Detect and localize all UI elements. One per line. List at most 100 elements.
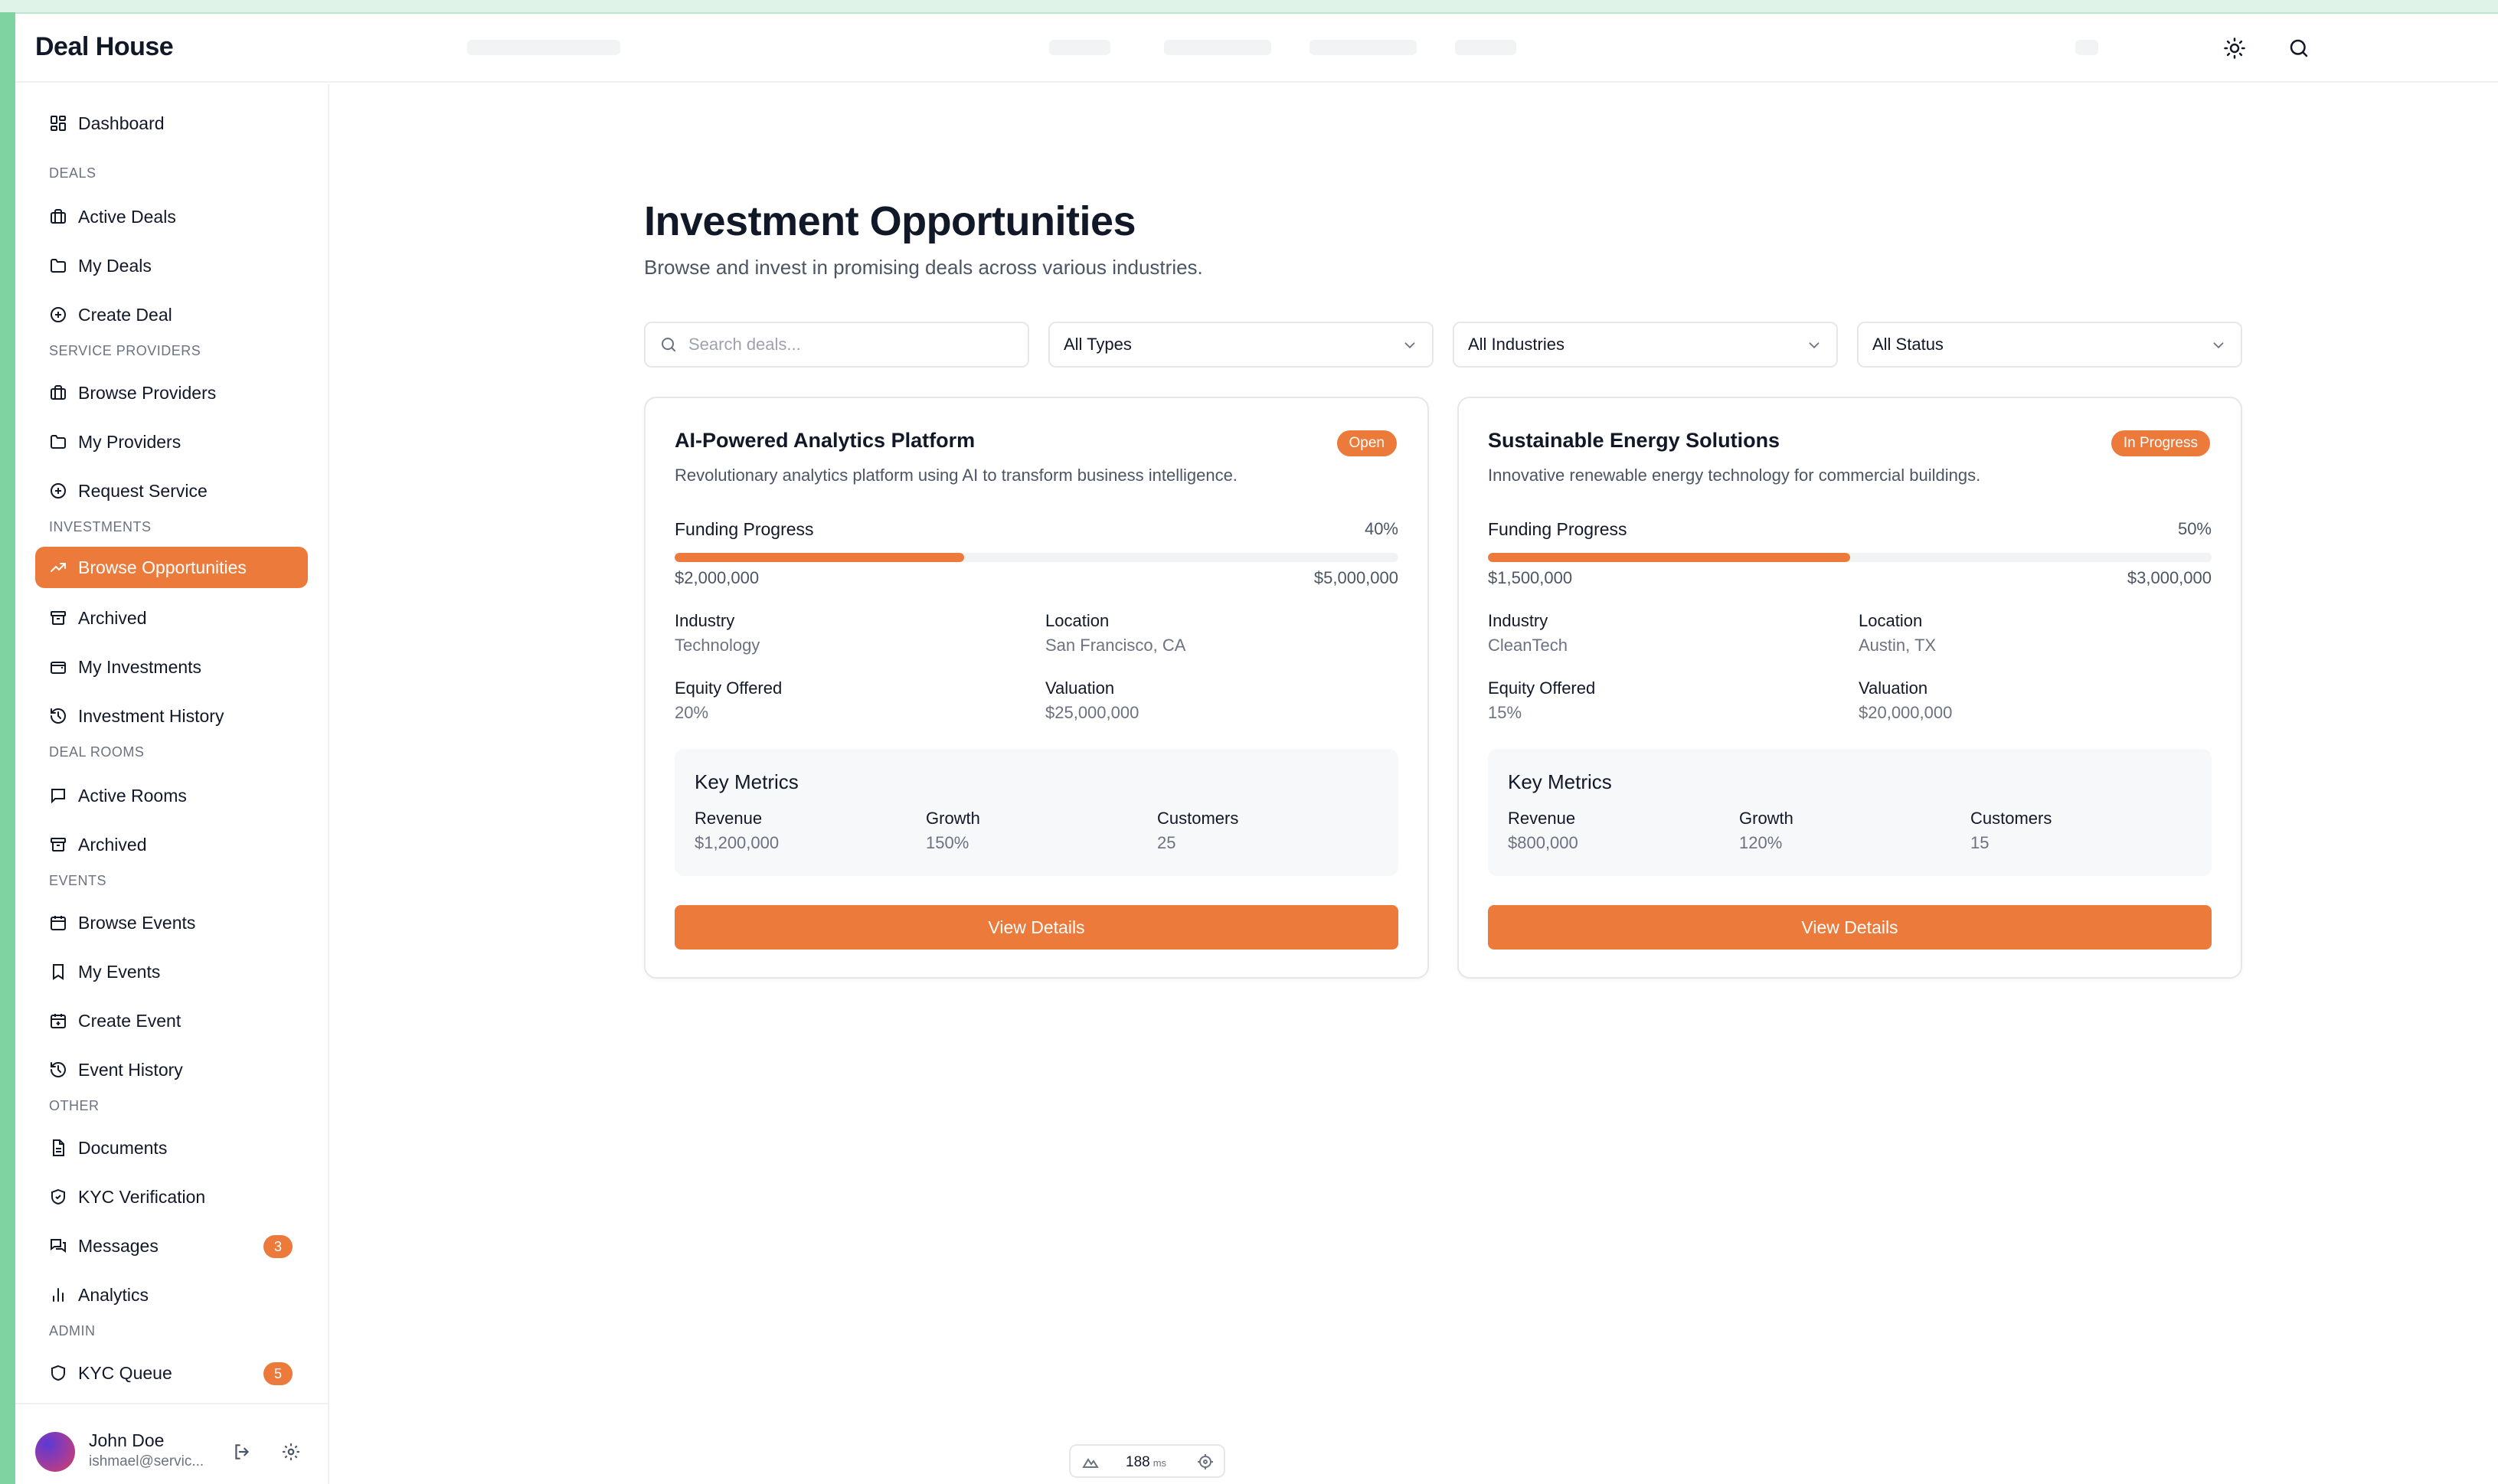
key-metrics-panel: Key Metrics Revenue $800,000 Growth 120%… bbox=[1488, 749, 2212, 876]
sidebar-item-event-history[interactable]: Event History bbox=[35, 1049, 308, 1090]
header-placeholder-logo bbox=[467, 40, 620, 55]
render-time: 188 ms bbox=[1126, 1454, 1166, 1471]
sidebar-item-analytics[interactable]: Analytics bbox=[35, 1274, 308, 1316]
key-metrics-panel: Key Metrics Revenue $1,200,000 Growth 15… bbox=[675, 749, 1398, 876]
target-icon bbox=[1198, 1454, 1213, 1469]
settings-button[interactable] bbox=[277, 1438, 305, 1466]
file-text-icon bbox=[53, 1139, 64, 1156]
industry-filter-value: All Industries bbox=[1468, 335, 1565, 354]
funding-progress-label: Funding Progress bbox=[675, 519, 814, 539]
funding-progress-label: Funding Progress bbox=[1488, 519, 1627, 539]
search-field[interactable] bbox=[644, 322, 1029, 368]
header-placeholder-icon bbox=[2075, 40, 2098, 55]
revenue-value: $1,200,000 bbox=[695, 833, 780, 852]
sidebar-item-archived-investments[interactable]: Archived bbox=[35, 597, 308, 639]
revenue-label: Revenue bbox=[695, 809, 763, 828]
search-icon bbox=[662, 338, 675, 351]
sidebar-item-my-investments[interactable]: My Investments bbox=[35, 646, 308, 688]
funding-progress-bar bbox=[675, 553, 1398, 562]
type-filter-select[interactable]: All Types bbox=[1048, 322, 1434, 368]
sidebar-item-label: Browse Providers bbox=[78, 382, 217, 403]
logout-button[interactable] bbox=[228, 1438, 256, 1466]
amount-raised: $2,000,000 bbox=[675, 568, 760, 587]
sidebar-item-label: Dashboard bbox=[78, 113, 165, 133]
sidebar-item-label: Browse Opportunities bbox=[78, 557, 247, 577]
render-time-unit: ms bbox=[1153, 1457, 1167, 1469]
view-details-button[interactable]: View Details bbox=[675, 905, 1398, 950]
chevron-down-icon bbox=[1809, 342, 1820, 349]
sidebar-item-create-deal[interactable]: Create Deal bbox=[35, 294, 308, 335]
sidebar-item-messages[interactable]: Messages 3 bbox=[35, 1225, 308, 1267]
sidebar-item-label: Create Deal bbox=[78, 304, 172, 325]
revenue-value: $800,000 bbox=[1508, 833, 1578, 852]
sidebar-item-label: My Events bbox=[78, 961, 161, 982]
theme-toggle-button[interactable] bbox=[2215, 29, 2254, 67]
location-label: Location bbox=[1045, 611, 1110, 630]
sidebar-item-my-events[interactable]: My Events bbox=[35, 951, 308, 992]
sidebar-item-browse-events[interactable]: Browse Events bbox=[35, 902, 308, 943]
messages-icon bbox=[51, 1239, 66, 1253]
mountain-icon bbox=[1082, 1458, 1099, 1468]
view-details-button[interactable]: View Details bbox=[1488, 905, 2212, 950]
sidebar-item-browse-providers[interactable]: Browse Providers bbox=[35, 372, 308, 413]
folder-icon bbox=[51, 259, 66, 273]
sidebar-item-request-service[interactable]: Request Service bbox=[35, 470, 308, 512]
sidebar-item-label: Documents bbox=[78, 1137, 168, 1158]
search-input[interactable] bbox=[688, 335, 979, 355]
sidebar-item-my-deals[interactable]: My Deals bbox=[35, 245, 308, 286]
trending-up-icon bbox=[51, 563, 66, 572]
industry-label: Industry bbox=[1488, 611, 1548, 630]
location-label: Location bbox=[1859, 611, 1923, 630]
industry-filter-select[interactable]: All Industries bbox=[1453, 322, 1838, 368]
funding-progress-fill bbox=[1488, 553, 1850, 562]
deal-title: Sustainable Energy Solutions bbox=[1488, 429, 1780, 452]
status-badge: Open bbox=[1336, 430, 1397, 456]
customers-label: Customers bbox=[1157, 809, 1239, 828]
sidebar-section-other: OTHER bbox=[49, 1098, 100, 1113]
sidebar-item-label: Archived bbox=[78, 834, 147, 855]
brand-title[interactable]: Deal House bbox=[35, 32, 174, 62]
customers-label: Customers bbox=[1970, 809, 2052, 828]
deal-card: Sustainable Energy Solutions In Progress… bbox=[1457, 397, 2242, 979]
valuation-label: Valuation bbox=[1045, 678, 1115, 698]
sidebar-item-kyc-queue[interactable]: KYC Queue 5 bbox=[35, 1352, 308, 1394]
header-search-button[interactable] bbox=[2280, 29, 2318, 67]
funding-progress-percent: 50% bbox=[2177, 519, 2212, 538]
sidebar-item-create-event[interactable]: Create Event bbox=[35, 1000, 308, 1041]
user-email: ishmael@servic... bbox=[89, 1453, 204, 1469]
sidebar-section-admin: ADMIN bbox=[49, 1323, 96, 1339]
sidebar-section-service-providers: SERVICE PROVIDERS bbox=[49, 343, 201, 358]
shield-check-icon bbox=[51, 1188, 65, 1205]
dev-toolbar-widget[interactable]: 188 ms bbox=[1069, 1444, 1225, 1478]
briefcase-icon bbox=[51, 209, 66, 224]
sidebar-item-documents[interactable]: Documents bbox=[35, 1127, 308, 1169]
sidebar-item-browse-opportunities[interactable]: Browse Opportunities bbox=[35, 547, 308, 588]
sidebar-item-kyc-verification[interactable]: KYC Verification bbox=[35, 1176, 308, 1218]
calendar-icon bbox=[51, 916, 66, 930]
sidebar-item-label: Investment History bbox=[78, 705, 224, 726]
status-badge: In Progress bbox=[2111, 430, 2210, 456]
app-header: Deal House bbox=[15, 14, 2498, 83]
valuation-label: Valuation bbox=[1859, 678, 1928, 698]
sidebar-item-active-deals[interactable]: Active Deals bbox=[35, 196, 308, 237]
sidebar-item-label: KYC Queue bbox=[78, 1362, 172, 1383]
sidebar-item-dashboard[interactable]: Dashboard bbox=[35, 103, 308, 144]
sun-icon bbox=[2224, 38, 2245, 59]
avatar[interactable] bbox=[35, 1432, 75, 1472]
plus-circle-icon bbox=[51, 307, 66, 322]
status-filter-select[interactable]: All Status bbox=[1857, 322, 2242, 368]
bar-chart-icon bbox=[53, 1288, 64, 1302]
archive-icon bbox=[51, 611, 66, 625]
funding-progress-fill bbox=[675, 553, 964, 562]
sidebar-item-archived-rooms[interactable]: Archived bbox=[35, 824, 308, 865]
deal-description: Innovative renewable energy technology f… bbox=[1488, 466, 1981, 485]
gear-icon bbox=[283, 1443, 299, 1460]
sidebar-item-label: Active Deals bbox=[78, 206, 176, 227]
key-metrics-title: Key Metrics bbox=[695, 770, 799, 793]
type-filter-value: All Types bbox=[1064, 335, 1132, 354]
sidebar-item-my-providers[interactable]: My Providers bbox=[35, 421, 308, 463]
sidebar-item-investment-history[interactable]: Investment History bbox=[35, 695, 308, 737]
sidebar-item-active-rooms[interactable]: Active Rooms bbox=[35, 775, 308, 816]
valuation-value: $20,000,000 bbox=[1859, 703, 1953, 722]
deal-description: Revolutionary analytics platform using A… bbox=[675, 466, 1238, 485]
